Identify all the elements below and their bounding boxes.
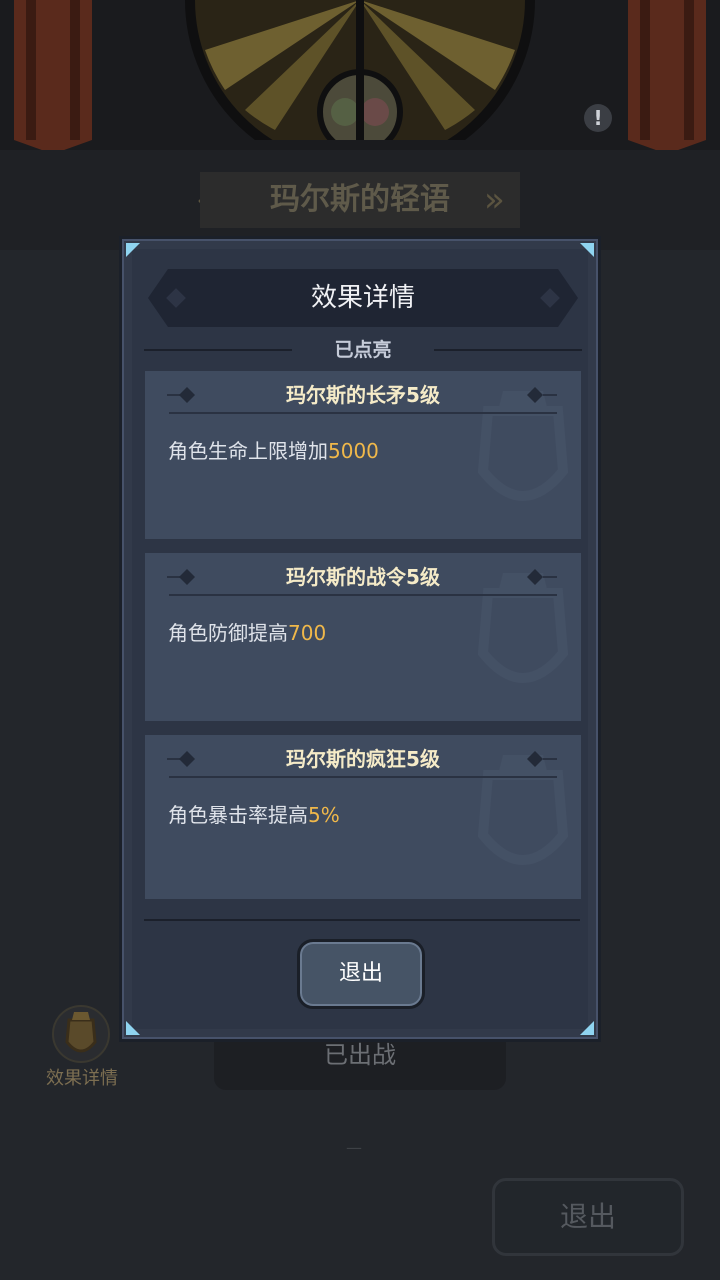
card-divider <box>169 412 557 414</box>
left-banner <box>14 0 92 150</box>
diamond-ornament-icon <box>527 751 543 767</box>
effect-value: 5000 <box>328 439 379 463</box>
effect-title: 玛尔斯的长矛5级 <box>286 383 440 407</box>
corner-ornament <box>126 1021 140 1035</box>
effect-text: 角色暴击率提高 <box>168 803 308 827</box>
effect-description: 角色暴击率提高5% <box>168 799 340 828</box>
section-divider <box>434 349 582 351</box>
diamond-ornament-icon <box>527 387 543 403</box>
corner-ornament <box>580 1021 594 1035</box>
section-divider <box>144 349 292 351</box>
effect-card: 玛尔斯的长矛5级 角色生命上限增加5000 <box>145 371 581 539</box>
corner-ornament <box>580 243 594 257</box>
right-banner <box>628 0 706 150</box>
section-label: 已点亮 <box>334 339 392 361</box>
background-exit-button[interactable]: 退出 <box>492 1178 684 1256</box>
effect-card: 玛尔斯的战令5级 角色防御提高700 <box>145 553 581 721</box>
effect-title: 玛尔斯的疯狂5级 <box>286 747 440 771</box>
effect-details-modal: 效果详情 已点亮 玛尔斯的长矛5级 角色生命上限增加5000 玛尔斯的战令5级 … <box>119 236 601 1042</box>
diamond-ornament-icon <box>527 569 543 585</box>
effect-shield-icon[interactable] <box>52 1000 110 1070</box>
corner-ornament <box>126 243 140 257</box>
effect-value: 700 <box>288 621 327 645</box>
double-chevron-right-icon[interactable]: » <box>484 180 505 220</box>
effect-details-label[interactable]: 效果详情 <box>40 1064 124 1090</box>
footer-divider <box>144 919 580 921</box>
effect-value: 5% <box>308 803 340 827</box>
card-divider <box>169 594 557 596</box>
effect-card: 玛尔斯的疯狂5级 角色暴击率提高5% <box>145 735 581 899</box>
stained-glass-header: ! <box>0 0 720 150</box>
exit-button[interactable]: 退出 <box>297 939 425 1009</box>
stained-glass-window-icon <box>185 0 535 140</box>
stage-title: 玛尔斯的轻语 <box>200 172 520 228</box>
effect-description: 角色防御提高700 <box>168 617 326 646</box>
divider: — <box>346 1138 362 1157</box>
effect-text: 角色生命上限增加 <box>168 439 328 463</box>
effect-title: 玛尔斯的战令5级 <box>286 565 440 589</box>
alert-icon[interactable]: ! <box>584 104 612 132</box>
modal-title: 效果详情 <box>310 283 415 313</box>
effect-text: 角色防御提高 <box>168 621 288 645</box>
effect-description: 角色生命上限增加5000 <box>168 435 379 464</box>
card-divider <box>169 776 557 778</box>
